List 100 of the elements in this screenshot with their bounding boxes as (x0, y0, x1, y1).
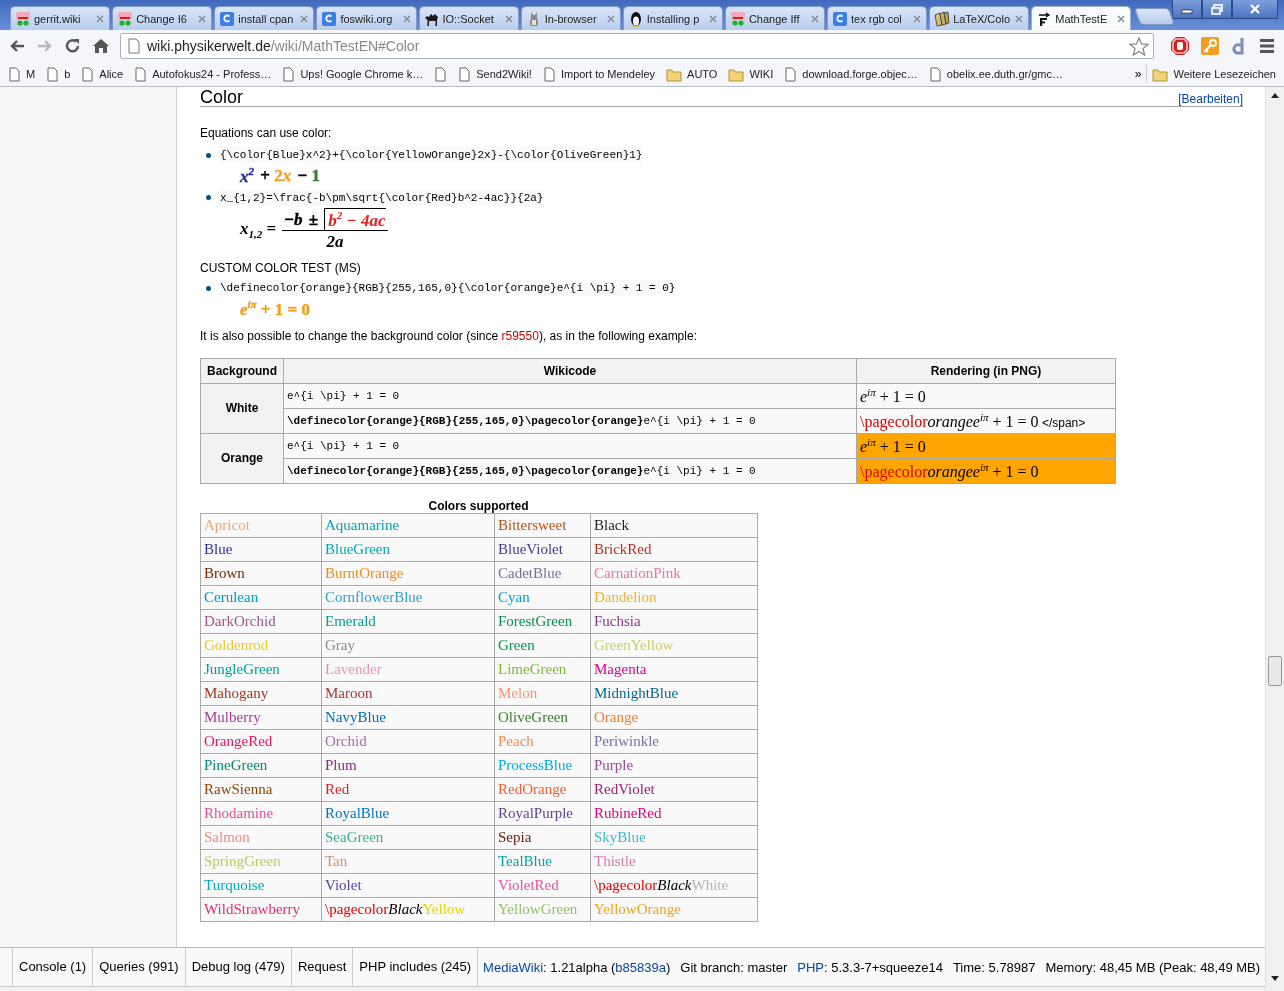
restore-button[interactable] (1202, 0, 1232, 19)
browser-tab[interactable]: Change Iff (724, 6, 825, 30)
folder-icon (1152, 66, 1169, 82)
close-icon[interactable] (605, 13, 616, 24)
debug-tab[interactable]: Queries (991) (93, 948, 186, 986)
table-cell: BurntOrange (321, 561, 495, 586)
debug-tab[interactable]: Request (291, 948, 354, 986)
table-cell: Cerulean (200, 585, 322, 610)
tile-icon (832, 10, 848, 27)
book-icon (934, 10, 951, 27)
bookmark-item[interactable]: obelix.ee.duth.gr/gmc… (928, 66, 1063, 82)
scroll-thumb[interactable] (1268, 656, 1282, 686)
scrollbar[interactable] (1265, 87, 1284, 991)
paragraph: CUSTOM COLOR TEST (MS) (200, 260, 362, 277)
table-cell: TealBlue (494, 849, 591, 874)
table-cell: e^{i \pi} + 1 = 0 (283, 383, 857, 409)
page-icon (784, 66, 798, 82)
browser-tab[interactable]: In-browser (520, 6, 621, 30)
table-cell: GreenYellow (590, 633, 758, 658)
browser-tab[interactable]: foswiki.org (316, 6, 417, 30)
table-cell: \pagecolorBlackYellow (321, 897, 495, 922)
close-icon[interactable] (401, 13, 412, 24)
info-text: MediaWiki: 1.21alpha (b85839a) (482, 959, 672, 975)
page-icon[interactable] (434, 66, 448, 82)
table-cell: CarnationPink (590, 561, 758, 586)
address-field[interactable]: wiki.physikerwelt.de/wiki/MathTestEN#Color (120, 33, 1154, 59)
close-icon[interactable] (1116, 13, 1127, 24)
browser-tab[interactable]: MathTestE (1031, 6, 1132, 30)
table-cell: SkyBlue (590, 825, 758, 850)
star-icon[interactable] (1129, 36, 1149, 56)
link[interactable]: b85839a (615, 959, 666, 975)
browser-tab[interactable]: IO::Socket (418, 6, 519, 30)
bullet-icon (206, 285, 211, 291)
table-cell: DarkOrchid (200, 609, 322, 634)
folder-icon (728, 66, 745, 82)
debug-tab[interactable]: Console (1) (12, 948, 94, 986)
reload-icon[interactable] (64, 37, 82, 55)
close-icon[interactable] (503, 13, 514, 24)
browser-tab[interactable]: Change I6 (112, 6, 213, 30)
paragraph: Equations can use color: (200, 125, 333, 141)
browser-tab[interactable]: Installing p (622, 6, 723, 30)
close-icon[interactable] (95, 13, 106, 24)
bookmark-item[interactable]: Send2Wiki! (458, 66, 532, 82)
bookmark-item[interactable]: download.forge.objec… (784, 66, 918, 82)
page-icon (928, 66, 942, 82)
table-cell: \pagecolorBlackWhite (590, 873, 758, 898)
table-cell: \pagecolororangee$^{iπ}$ + 1 = 0 </span> (856, 408, 1116, 434)
minimize-button[interactable] (1172, 0, 1202, 19)
menu-icon[interactable] (1258, 36, 1276, 56)
restore-icon (1211, 3, 1223, 15)
close-icon[interactable] (299, 13, 310, 24)
close-icon[interactable] (810, 13, 820, 24)
table-cell: JungleGreen (200, 657, 322, 682)
table-cell: e$^{iπ}$ + 1 = 0 (856, 383, 1116, 409)
table-cell: ProcessBlue (494, 753, 591, 778)
close-button[interactable] (1232, 0, 1278, 19)
table-cell: Blue (200, 537, 322, 562)
browser-tab[interactable]: install cpan (214, 6, 315, 30)
blocks-icon (729, 10, 746, 27)
bookmark-item[interactable]: Import to Mendeley (542, 66, 656, 82)
browser-tab[interactable]: tex rgb col (827, 6, 928, 30)
bookmark-item[interactable]: b (46, 66, 71, 82)
bookmark-item[interactable]: M (8, 66, 36, 82)
home-icon[interactable] (92, 37, 110, 55)
table-cell: Mahogany (200, 681, 322, 706)
table-cell: RoyalPurple (494, 801, 591, 826)
more-bookmarks-button[interactable]: » (1134, 67, 1142, 81)
key-icon[interactable] (1200, 36, 1220, 56)
browser-tab[interactable]: gerrit.wiki (10, 6, 111, 30)
debug-tab[interactable]: PHP includes (245) (353, 948, 479, 986)
info-text: Time: 5.78987 (951, 959, 1037, 975)
bookmark-item[interactable]: Ups! Google Chrome k… (282, 66, 424, 82)
table-cell: Cyan (494, 585, 591, 610)
bookmark-item[interactable]: Weitere Lesezeichen (1152, 66, 1276, 82)
bookmark-item[interactable]: Autofokus24 - Profess… (134, 66, 272, 82)
table-cell: BlueGreen (321, 537, 495, 562)
edit-link[interactable]: [Bearbeiten] (1178, 92, 1243, 106)
table-cell: YellowGreen (494, 897, 591, 922)
bookmark-item[interactable]: AUTO (666, 66, 718, 82)
table-cell: Turquoise (200, 873, 322, 898)
link[interactable]: r59550 (501, 328, 539, 343)
new-tab-button[interactable] (1134, 8, 1176, 25)
bookmark-item[interactable]: WIKI (728, 66, 774, 82)
close-icon[interactable] (197, 13, 208, 24)
table-cell: Salmon (200, 825, 322, 850)
browser-tab[interactable]: LaTeX/Colo (929, 6, 1030, 30)
table-cell: Dandelion (590, 585, 758, 610)
debug-tab[interactable]: Debug log (479) (185, 948, 292, 986)
formula: x$^{2}$ + 2x − 1 (240, 165, 320, 187)
close-icon[interactable] (1014, 13, 1025, 24)
table-cell: CadetBlue (494, 561, 591, 586)
link[interactable]: PHP (797, 959, 824, 975)
close-icon[interactable] (707, 13, 718, 24)
stop-sign-icon[interactable] (1170, 36, 1190, 56)
paragraph: It is also possible to change the background color (since r59550), as in the following example: (200, 327, 698, 344)
table-cell: Apricot (200, 513, 322, 538)
table-cell: MidnightBlue (590, 681, 758, 706)
bookmark-item[interactable]: Alice (81, 66, 124, 82)
close-icon[interactable] (912, 13, 923, 24)
column-header: Background (200, 358, 284, 384)
